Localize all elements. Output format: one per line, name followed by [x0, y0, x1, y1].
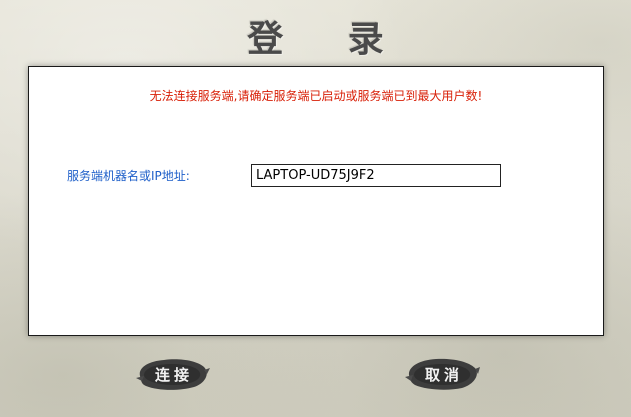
login-panel: 无法连接服务端,请确定服务端已启动或服务端已到最大用户数! 服务端机器名或IP地…	[28, 66, 604, 336]
dialog-title: 登 录	[247, 18, 410, 60]
error-message: 无法连接服务端,请确定服务端已启动或服务端已到最大用户数!	[149, 89, 483, 103]
server-address-input[interactable]	[251, 164, 501, 187]
server-address-label: 服务端机器名或IP地址:	[67, 169, 190, 183]
cancel-button[interactable]: 取消	[404, 354, 480, 394]
cancel-button-label: 取消	[424, 365, 463, 384]
connect-button[interactable]: 连接	[134, 354, 210, 394]
connect-button-label: 连接	[154, 365, 193, 384]
login-dialog: 登 录 无法连接服务端,请确定服务端已启动或服务端已到最大用户数! 服务端机器名…	[0, 0, 631, 417]
